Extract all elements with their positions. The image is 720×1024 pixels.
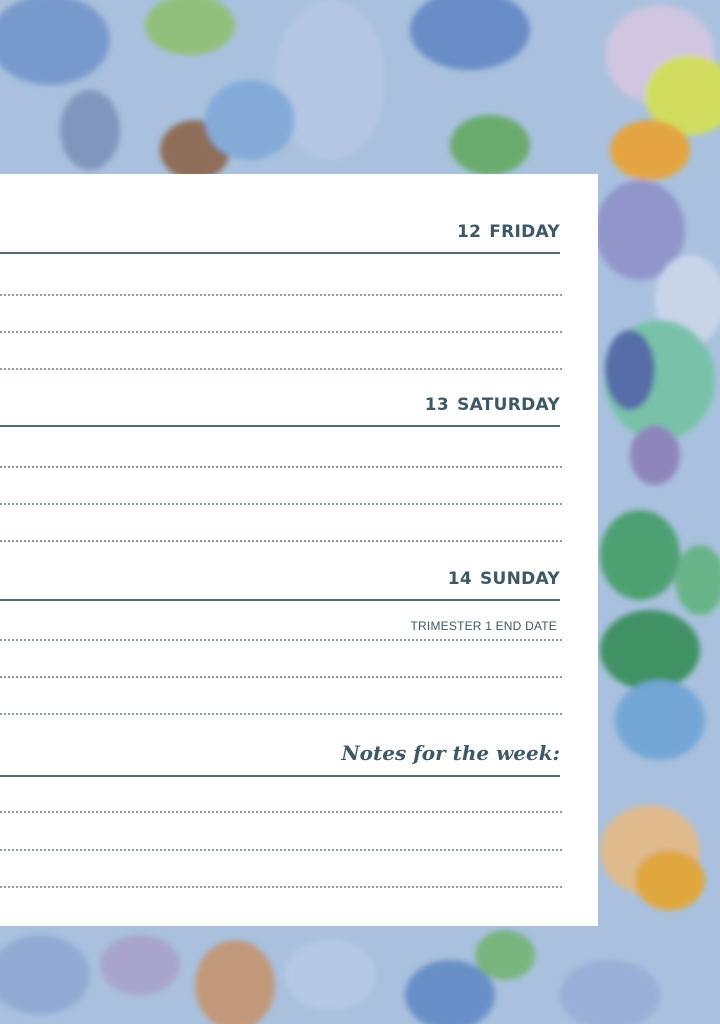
event-note: TRIMESTER 1 END DATE xyxy=(410,619,557,633)
writing-line[interactable] xyxy=(0,331,562,333)
notes-title: Notes for the week: xyxy=(341,741,560,765)
writing-line[interactable] xyxy=(0,294,562,296)
writing-line[interactable] xyxy=(0,811,562,813)
notes-header: Notes for the week: xyxy=(0,741,560,777)
writing-line[interactable] xyxy=(0,466,562,468)
day-number: 13 xyxy=(424,395,450,415)
writing-line[interactable] xyxy=(0,849,562,851)
day-name: SATURDAY xyxy=(457,395,560,415)
day-header-sunday: 14 SUNDAY xyxy=(0,569,560,601)
writing-line[interactable] xyxy=(0,639,562,641)
planner-page: 12 FRIDAY 13 SATURDAY 14 SUNDAY TRIMESTER 1… xyxy=(0,174,598,926)
writing-line[interactable] xyxy=(0,368,562,370)
day-number: 12 xyxy=(456,222,482,242)
writing-line[interactable] xyxy=(0,886,562,888)
day-name: SUNDAY xyxy=(479,569,560,589)
day-header-friday: 12 FRIDAY xyxy=(0,222,560,254)
day-number: 14 xyxy=(447,569,472,589)
day-name: FRIDAY xyxy=(489,222,560,242)
writing-line[interactable] xyxy=(0,713,562,715)
writing-line[interactable] xyxy=(0,676,562,678)
writing-line[interactable] xyxy=(0,503,562,505)
day-header-saturday: 13 SATURDAY xyxy=(0,395,560,427)
writing-line[interactable] xyxy=(0,540,562,542)
